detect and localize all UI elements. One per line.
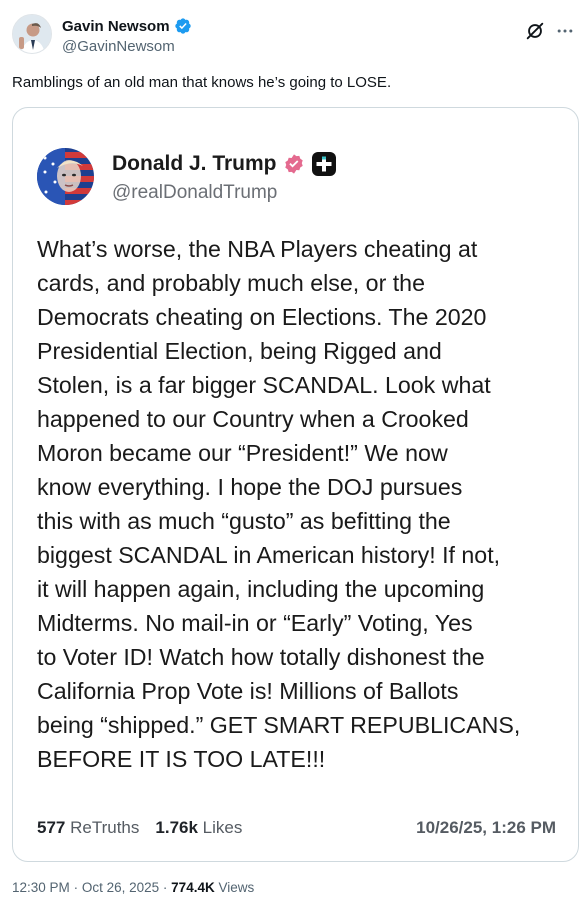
truth-body-line: Presidential Election, being Rigged and bbox=[37, 338, 442, 364]
truth-body-line: to Voter ID! Watch how totally dishonest… bbox=[37, 644, 485, 670]
truth-body-line: biggest SCANDAL in American history! If … bbox=[37, 542, 501, 568]
truth-body-line: cards, and probably much else, or the bbox=[37, 270, 425, 296]
flag-portrait-icon bbox=[37, 148, 94, 205]
truth-avatar bbox=[37, 148, 94, 205]
person-portrait-icon bbox=[13, 15, 51, 53]
truth-body-line: being “shipped.” GET SMART REPUBLICANS, bbox=[37, 712, 521, 738]
retruths-count: 577 bbox=[37, 818, 66, 837]
likes-count: 1.76k bbox=[155, 818, 198, 837]
meta-separator: · bbox=[162, 880, 168, 895]
truth-stats: 577 ReTruths 1.76k Likes bbox=[37, 818, 242, 838]
truth-body-line: California Prop Vote is! Millions of Bal… bbox=[37, 678, 459, 704]
verified-badge-icon bbox=[174, 18, 191, 34]
post-time[interactable]: 12:30 PM bbox=[12, 880, 70, 895]
retruths-label: ReTruths bbox=[70, 818, 140, 837]
post-header: Gavin Newsom @GavinNewsom bbox=[12, 14, 576, 62]
views-count[interactable]: 774.4K bbox=[171, 880, 215, 895]
likes-stat: 1.76k Likes bbox=[155, 818, 242, 838]
truth-body-line: Democrats cheating on Elections. The 202… bbox=[37, 304, 487, 330]
post-text: Ramblings of an old man that knows he’s … bbox=[12, 74, 392, 91]
grok-button[interactable] bbox=[524, 20, 546, 42]
post-meta: 12:30 PM · Oct 26, 2025 · 774.4K Views bbox=[12, 880, 254, 895]
truth-body-line: BEFORE IT IS TOO LATE!!! bbox=[37, 746, 326, 772]
truth-author-handle: @realDonaldTrump bbox=[112, 182, 278, 203]
truth-body-line: happened to our Country when a Crooked bbox=[37, 406, 469, 432]
truth-plus-icon bbox=[311, 152, 336, 176]
truth-body-line: What’s worse, the NBA Players cheating a… bbox=[37, 236, 478, 262]
truth-author-name: Donald J. Trump bbox=[112, 152, 277, 175]
more-icon bbox=[557, 29, 573, 33]
likes-label: Likes bbox=[202, 818, 243, 837]
truth-body-line: know everything. I hope the DOJ pursues bbox=[37, 474, 463, 500]
post-date[interactable]: Oct 26, 2025 bbox=[82, 880, 159, 895]
truth-verified-icon bbox=[284, 154, 303, 174]
author-name[interactable]: Gavin Newsom bbox=[62, 18, 170, 35]
meta-separator: · bbox=[73, 880, 79, 895]
truth-author-row: Donald J. Trump bbox=[112, 151, 337, 177]
truth-body-line: this with as much “gusto” as befitting t… bbox=[37, 508, 451, 534]
truth-body-line: Stolen, is a far bigger SCANDAL. Look wh… bbox=[37, 372, 491, 398]
truth-body-line: Moron became our “President!” We now bbox=[37, 440, 448, 466]
retruths-stat: 577 ReTruths bbox=[37, 818, 139, 838]
truth-post-body: What’s worse, the NBA Players cheating a… bbox=[37, 232, 567, 776]
truth-body-line: Midterms. No mail-in or “Early” Voting, … bbox=[37, 610, 473, 636]
truth-body-line: it will happen again, including the upco… bbox=[37, 576, 485, 602]
grok-icon bbox=[526, 22, 544, 40]
author-name-row: Gavin Newsom bbox=[62, 17, 192, 35]
author-handle[interactable]: @GavinNewsom bbox=[62, 38, 175, 55]
more-button[interactable] bbox=[554, 20, 576, 42]
views-label: Views bbox=[218, 880, 255, 895]
embedded-image-card[interactable]: Donald J. Trump @realDonaldTrump What’s … bbox=[12, 107, 579, 862]
truth-timestamp: 10/26/25, 1:26 PM bbox=[416, 818, 556, 837]
avatar[interactable] bbox=[12, 14, 52, 54]
